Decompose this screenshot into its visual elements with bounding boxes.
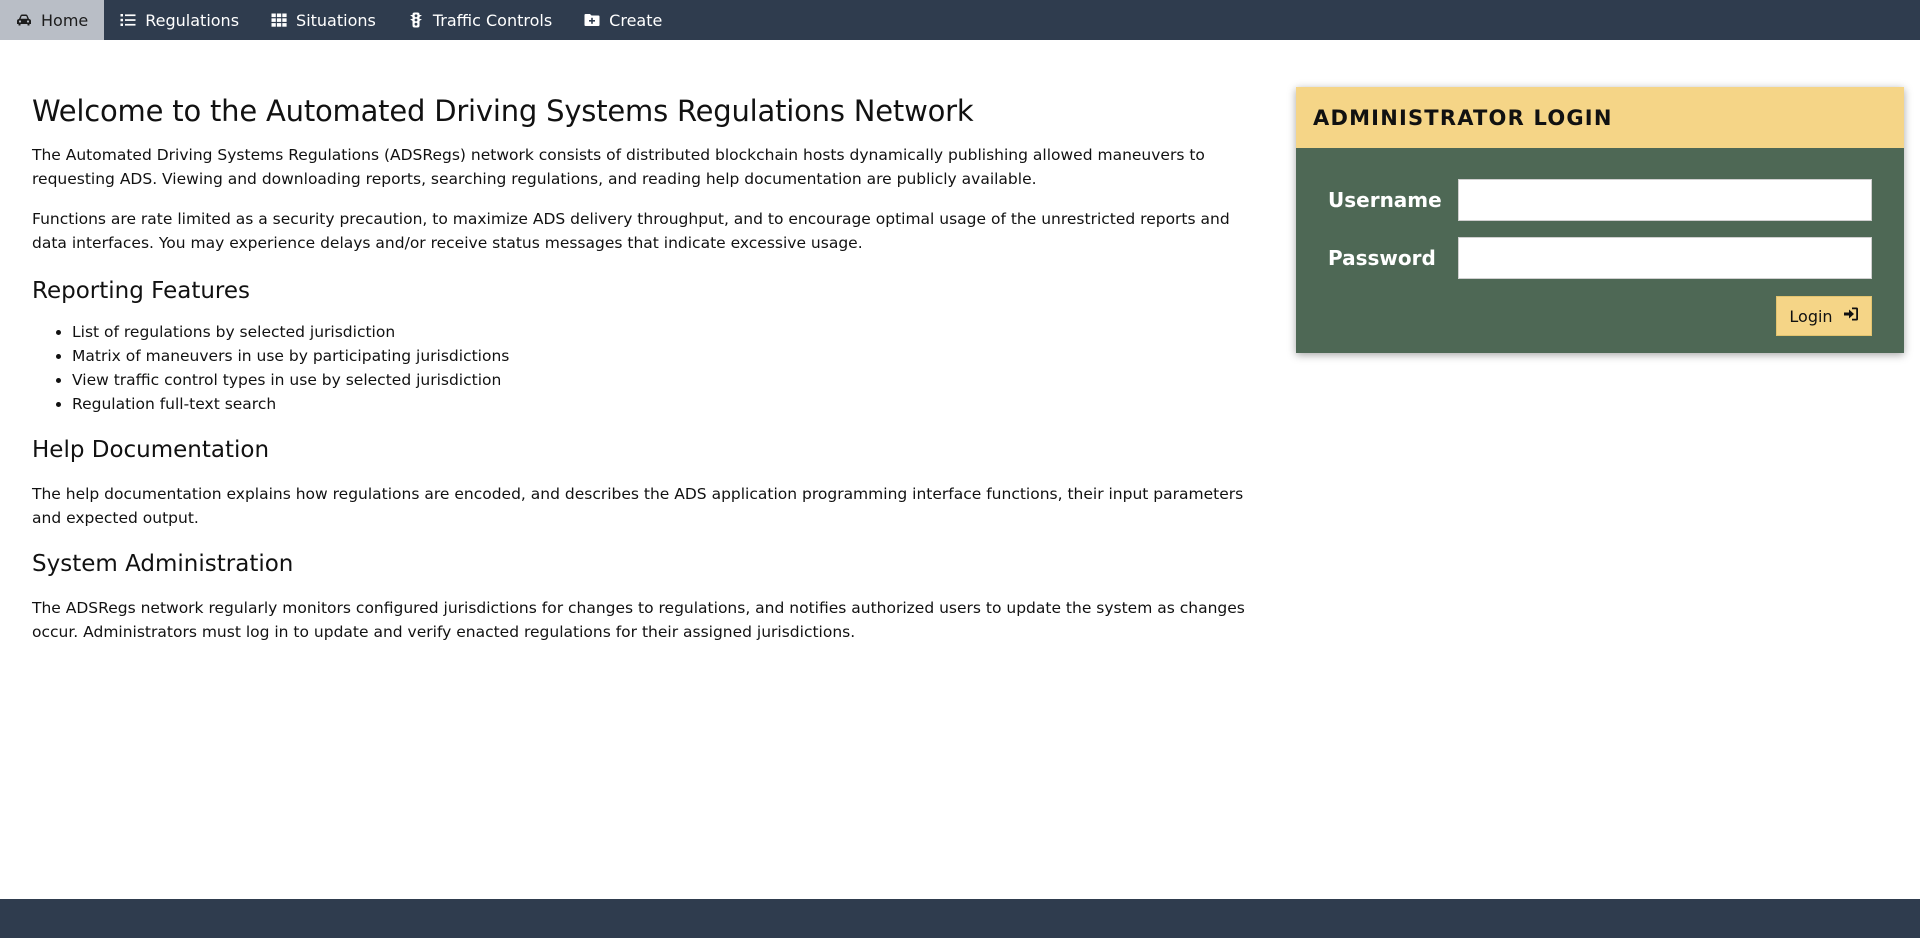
password-input[interactable] bbox=[1458, 237, 1872, 279]
list-icon bbox=[120, 12, 136, 28]
system-administration-heading: System Administration bbox=[32, 551, 294, 577]
intro-paragraph-2: Functions are rate limited as a security… bbox=[32, 210, 1230, 252]
nav-situations-label: Situations bbox=[296, 10, 376, 30]
help-documentation-heading: Help Documentation bbox=[32, 437, 270, 463]
username-label: Username bbox=[1328, 188, 1442, 212]
username-row: Username bbox=[1328, 179, 1872, 221]
top-navbar: Home Regulations Situations Traffic Cont… bbox=[0, 0, 1920, 40]
list-item: Regulation full-text search bbox=[72, 392, 1252, 416]
sign-in-icon bbox=[1843, 306, 1859, 326]
footer-bar bbox=[0, 899, 1920, 938]
administrator-login-panel: ADMINISTRATOR LOGIN Username Password Lo… bbox=[1296, 87, 1904, 353]
nav-create-label: Create bbox=[609, 10, 663, 30]
intro-paragraph-1: The Automated Driving Systems Regulation… bbox=[32, 146, 1205, 188]
reporting-features-list: List of regulations by selected jurisdic… bbox=[72, 320, 1252, 416]
password-label: Password bbox=[1328, 246, 1436, 270]
list-item: List of regulations by selected jurisdic… bbox=[72, 320, 1252, 344]
car-icon bbox=[16, 12, 32, 28]
password-row: Password bbox=[1328, 237, 1872, 279]
list-item: View traffic control types in use by sel… bbox=[72, 368, 1252, 392]
help-documentation-paragraph: The help documentation explains how regu… bbox=[32, 485, 1244, 527]
nav-regulations-label: Regulations bbox=[145, 10, 240, 30]
login-panel-title: ADMINISTRATOR LOGIN bbox=[1296, 87, 1904, 148]
system-administration-paragraph: The ADSRegs network regularly monitors c… bbox=[32, 599, 1245, 641]
nav-create[interactable]: Create bbox=[568, 0, 678, 40]
nav-traffic-controls-label: Traffic Controls bbox=[432, 10, 553, 30]
grid-icon bbox=[271, 12, 287, 28]
folder-plus-icon bbox=[584, 12, 600, 28]
login-button[interactable]: Login bbox=[1776, 296, 1872, 336]
login-button-label: Login bbox=[1789, 306, 1833, 326]
nav-home[interactable]: Home bbox=[0, 0, 105, 40]
traffic-light-icon bbox=[408, 12, 424, 28]
nav-traffic-controls[interactable]: Traffic Controls bbox=[392, 0, 568, 40]
username-input[interactable] bbox=[1458, 179, 1872, 221]
list-item: Matrix of maneuvers in use by participat… bbox=[72, 344, 1252, 368]
nav-regulations[interactable]: Regulations bbox=[104, 0, 255, 40]
nav-home-label: Home bbox=[41, 10, 89, 30]
nav-situations[interactable]: Situations bbox=[255, 0, 392, 40]
main-content: Welcome to the Automated Driving Systems… bbox=[32, 40, 1252, 644]
reporting-features-heading: Reporting Features bbox=[32, 278, 251, 304]
login-form: Username Password Login bbox=[1296, 148, 1904, 353]
page-title: Welcome to the Automated Driving Systems… bbox=[32, 94, 974, 128]
